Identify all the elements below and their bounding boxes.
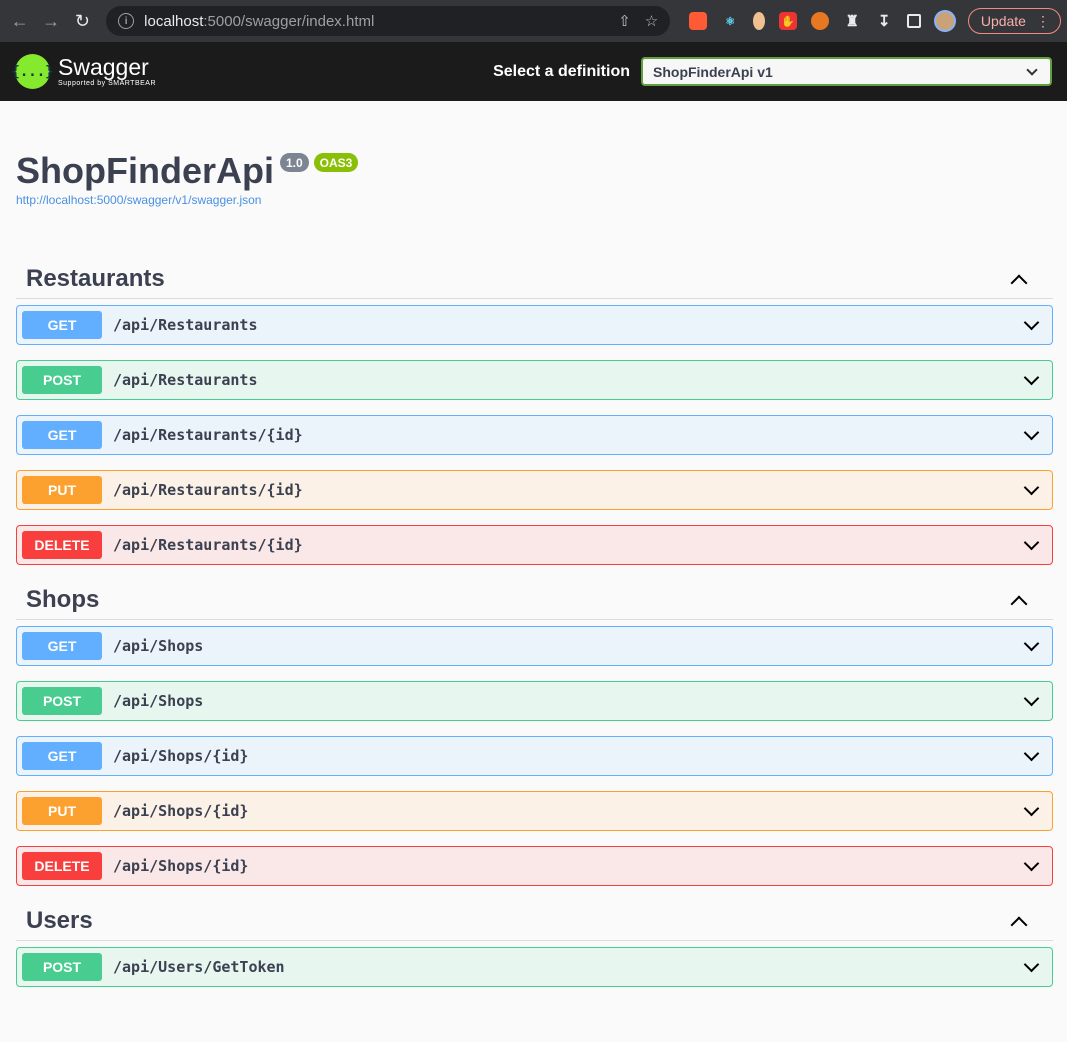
extension-icon[interactable] <box>811 12 830 30</box>
operation-path: /api/Shops <box>113 637 204 655</box>
chevron-up-icon[interactable] <box>1010 595 1028 612</box>
chevron-down-icon[interactable] <box>1023 690 1040 706</box>
logo-subtext: Supported by SMARTBEAR <box>58 80 157 87</box>
method-badge: GET <box>22 742 102 770</box>
operation-path: /api/Shops/{id} <box>113 747 249 765</box>
side-panel-icon[interactable] <box>907 14 922 28</box>
chevron-down-icon[interactable] <box>1023 534 1040 550</box>
chevron-up-icon[interactable] <box>1010 916 1028 933</box>
method-badge: GET <box>22 421 102 449</box>
select-definition-label: Select a definition <box>493 62 630 80</box>
method-badge: GET <box>22 632 102 660</box>
operation-row[interactable]: GET/api/Shops <box>16 626 1053 666</box>
definition-select[interactable]: ShopFinderApi v1 <box>641 57 1052 86</box>
chevron-up-icon[interactable] <box>1010 274 1028 291</box>
operation-path: /api/Restaurants <box>113 316 258 334</box>
bookmark-star-icon[interactable]: ☆ <box>645 12 658 30</box>
tag-section-users: Users POST/api/Users/GetToken <box>16 901 1053 987</box>
chevron-down-icon[interactable] <box>1023 424 1040 440</box>
extension-icon[interactable] <box>753 12 766 30</box>
reload-icon[interactable]: ↻ <box>69 7 96 35</box>
tag-name: Restaurants <box>26 264 165 292</box>
operation-path: /api/Restaurants/{id} <box>113 536 303 554</box>
url-host: localhost <box>144 12 204 30</box>
operation-row[interactable]: POST/api/Restaurants <box>16 360 1053 400</box>
version-badge: 1.0 <box>279 153 309 172</box>
download-icon[interactable]: ↧ <box>875 12 893 30</box>
operation-path: /api/Restaurants/{id} <box>113 481 303 499</box>
operation-path: /api/Users/GetToken <box>113 958 285 976</box>
method-badge: PUT <box>22 797 102 825</box>
chevron-down-icon[interactable] <box>1023 855 1040 871</box>
tag-header[interactable]: Users <box>16 901 1053 941</box>
method-badge: POST <box>22 366 102 394</box>
back-icon[interactable]: ← <box>6 7 33 35</box>
extension-icon[interactable] <box>689 12 708 30</box>
operation-path: /api/Shops/{id} <box>113 857 249 875</box>
adblock-icon[interactable]: ✋ <box>779 12 798 30</box>
swagger-logo-icon: {...} <box>11 54 54 89</box>
logo-text: Swagger <box>58 54 149 80</box>
spec-url-link[interactable]: http://localhost:5000/swagger/v1/swagger… <box>16 193 1051 207</box>
tag-section-shops: Shops GET/api/Shops POST/api/Shops GET/api/… <box>16 580 1053 886</box>
operation-row[interactable]: GET/api/Shops/{id} <box>16 736 1053 776</box>
url-path: :5000/swagger/index.html <box>203 12 375 30</box>
operation-row[interactable]: PUT/api/Shops/{id} <box>16 791 1053 831</box>
operation-path: /api/Shops <box>113 692 204 710</box>
method-badge: DELETE <box>22 852 102 880</box>
chevron-down-icon[interactable] <box>1023 635 1040 651</box>
method-badge: POST <box>22 687 102 715</box>
swagger-logo[interactable]: {...} Swagger Supported by SMARTBEAR <box>11 54 157 89</box>
selected-definition: ShopFinderApi v1 <box>653 63 773 80</box>
swagger-topbar: {...} Swagger Supported by SMARTBEAR Sel… <box>0 42 1067 101</box>
puzzle-icon[interactable]: ♜ <box>843 12 861 30</box>
operation-row[interactable]: GET/api/Restaurants <box>16 305 1053 345</box>
operation-row[interactable]: POST/api/Shops <box>16 681 1053 721</box>
operations-list: Restaurants GET/api/Restaurants POST/api/R… <box>0 259 1067 987</box>
chevron-down-icon[interactable] <box>1023 745 1040 761</box>
operation-row[interactable]: PUT/api/Restaurants/{id} <box>16 470 1053 510</box>
tag-name: Users <box>26 906 93 934</box>
operation-path: /api/Shops/{id} <box>113 802 249 820</box>
chevron-down-icon <box>1026 63 1038 76</box>
browser-toolbar: ← → ↻ i localhost:5000/swagger/index.htm… <box>0 0 1067 42</box>
update-label: Update <box>980 13 1026 29</box>
chevron-down-icon[interactable] <box>1023 314 1040 330</box>
extensions-row: ⚛ ✋ ♜ ↧ <box>682 12 928 30</box>
react-devtools-icon[interactable]: ⚛ <box>721 12 740 30</box>
tag-name: Shops <box>26 585 100 613</box>
page-title: ShopFinderApi <box>16 150 274 191</box>
operation-path: /api/Restaurants/{id} <box>113 426 303 444</box>
operation-path: /api/Restaurants <box>113 371 258 389</box>
method-badge: PUT <box>22 476 102 504</box>
method-badge: DELETE <box>22 531 102 559</box>
operation-row[interactable]: DELETE/api/Shops/{id} <box>16 846 1053 886</box>
address-bar[interactable]: i localhost:5000/swagger/index.html ⇧ ☆ <box>106 6 671 36</box>
method-badge: GET <box>22 311 102 339</box>
chevron-down-icon[interactable] <box>1023 479 1040 495</box>
method-badge: POST <box>22 953 102 981</box>
chevron-down-icon[interactable] <box>1023 369 1040 385</box>
tag-section-restaurants: Restaurants GET/api/Restaurants POST/api/R… <box>16 259 1053 565</box>
api-info: ShopFinderApi 1.0 OAS3 http://localhost:… <box>0 101 1067 259</box>
oas-badge: OAS3 <box>313 153 359 172</box>
share-icon[interactable]: ⇧ <box>618 12 631 30</box>
operation-row[interactable]: POST/api/Users/GetToken <box>16 947 1053 987</box>
tag-header[interactable]: Restaurants <box>16 259 1053 299</box>
forward-icon[interactable]: → <box>37 7 64 35</box>
site-info-icon[interactable]: i <box>118 13 135 29</box>
kebab-menu-icon: ⋮ <box>1035 12 1050 29</box>
update-button[interactable]: Update ⋮ <box>967 8 1061 34</box>
profile-avatar[interactable] <box>934 10 956 32</box>
operation-row[interactable]: GET/api/Restaurants/{id} <box>16 415 1053 455</box>
operation-row[interactable]: DELETE/api/Restaurants/{id} <box>16 525 1053 565</box>
chevron-down-icon[interactable] <box>1023 800 1040 816</box>
chevron-down-icon[interactable] <box>1023 956 1040 972</box>
tag-header[interactable]: Shops <box>16 580 1053 620</box>
